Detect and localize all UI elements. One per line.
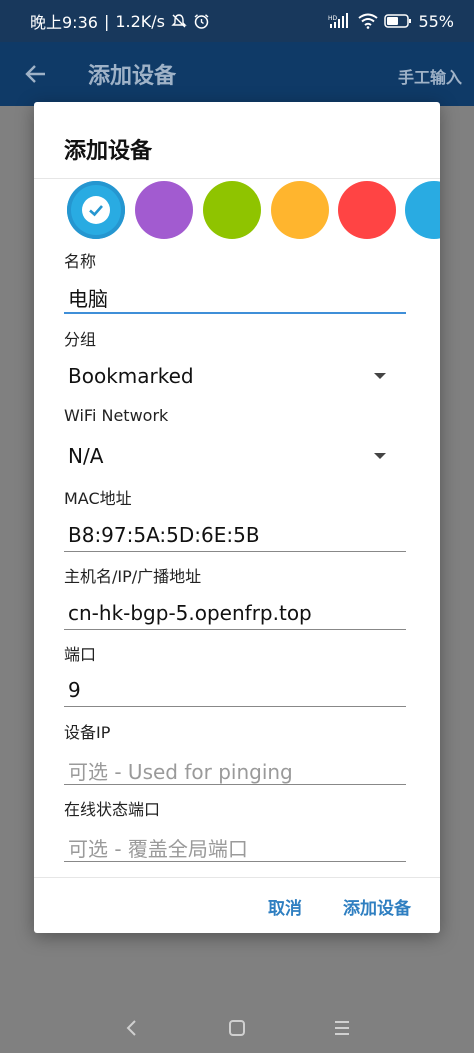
host-field[interactable]: cn-hk-bgp-5.openfrp.top	[68, 601, 312, 625]
battery-percent: 55%	[418, 11, 454, 31]
divider	[34, 877, 440, 878]
mute-icon	[171, 13, 187, 29]
battery-icon	[384, 14, 412, 28]
name-field[interactable]: 电脑	[68, 283, 108, 312]
mac-underline	[64, 551, 406, 552]
color-picker	[34, 179, 440, 241]
color-swatch[interactable]	[271, 181, 329, 239]
mac-label: MAC地址	[64, 489, 132, 508]
color-swatch-selected[interactable]	[67, 181, 125, 239]
online-port-label: 在线状态端口	[64, 800, 161, 819]
wifi-icon	[358, 13, 379, 29]
nav-menu-icon[interactable]	[327, 1013, 357, 1043]
app-bar-title: 添加设备	[88, 64, 177, 89]
cancel-button[interactable]: 取消	[268, 894, 302, 919]
status-network-speed: 1.2K/s	[115, 11, 165, 31]
status-left: 晚上9:36 | 1.2K/s	[30, 9, 210, 33]
color-swatch[interactable]	[135, 181, 193, 239]
nav-home-icon[interactable]	[222, 1013, 252, 1043]
alarm-icon	[193, 13, 210, 30]
status-separator: |	[103, 11, 110, 31]
status-bar: 晚上9:36 | 1.2K/s HD 55%	[0, 0, 474, 42]
device-ip-label: 设备IP	[64, 723, 111, 742]
check-icon	[82, 196, 110, 224]
online-port-underline	[64, 861, 406, 862]
back-arrow-icon[interactable]	[22, 60, 50, 88]
wifi-dropdown-icon[interactable]	[374, 453, 386, 459]
host-label: 主机名/IP/广播地址	[64, 567, 202, 586]
device-ip-underline	[64, 784, 406, 785]
color-swatch[interactable]	[203, 181, 261, 239]
port-underline	[64, 706, 406, 707]
wifi-label: WiFi Network	[64, 406, 169, 425]
color-swatch[interactable]	[405, 181, 440, 239]
dialog-title: 添加设备	[64, 139, 153, 164]
name-label: 名称	[64, 252, 97, 271]
navigation-bar	[0, 1003, 474, 1053]
group-select[interactable]: Bookmarked	[68, 364, 194, 388]
group-dropdown-icon[interactable]	[374, 373, 386, 379]
svg-text:HD: HD	[328, 15, 338, 22]
status-right: HD 55%	[328, 12, 454, 31]
port-field[interactable]: 9	[68, 678, 81, 702]
nav-back-icon[interactable]	[117, 1013, 147, 1043]
device-ip-field[interactable]: 可选 - Used for pinging	[68, 756, 293, 785]
wifi-select[interactable]: N/A	[68, 444, 103, 468]
name-underline	[64, 312, 406, 314]
add-device-dialog: 添加设备 名称 电脑 分组 Bookmarked WiFi Network N/…	[34, 102, 440, 933]
app-bar: 添加设备 手工输入	[0, 42, 474, 106]
mac-field[interactable]: B8:97:5A:5D:6E:5B	[68, 523, 260, 547]
add-device-button[interactable]: 添加设备	[343, 894, 411, 919]
status-time: 晚上9:36	[30, 13, 98, 32]
host-underline	[64, 629, 406, 630]
signal-icon: HD	[328, 13, 352, 29]
group-label: 分组	[64, 330, 97, 349]
color-swatch[interactable]	[338, 181, 396, 239]
online-port-field[interactable]: 可选 - 覆盖全局端口	[68, 833, 248, 862]
port-label: 端口	[64, 645, 97, 664]
manual-input-button[interactable]: 手工输入	[398, 64, 462, 88]
